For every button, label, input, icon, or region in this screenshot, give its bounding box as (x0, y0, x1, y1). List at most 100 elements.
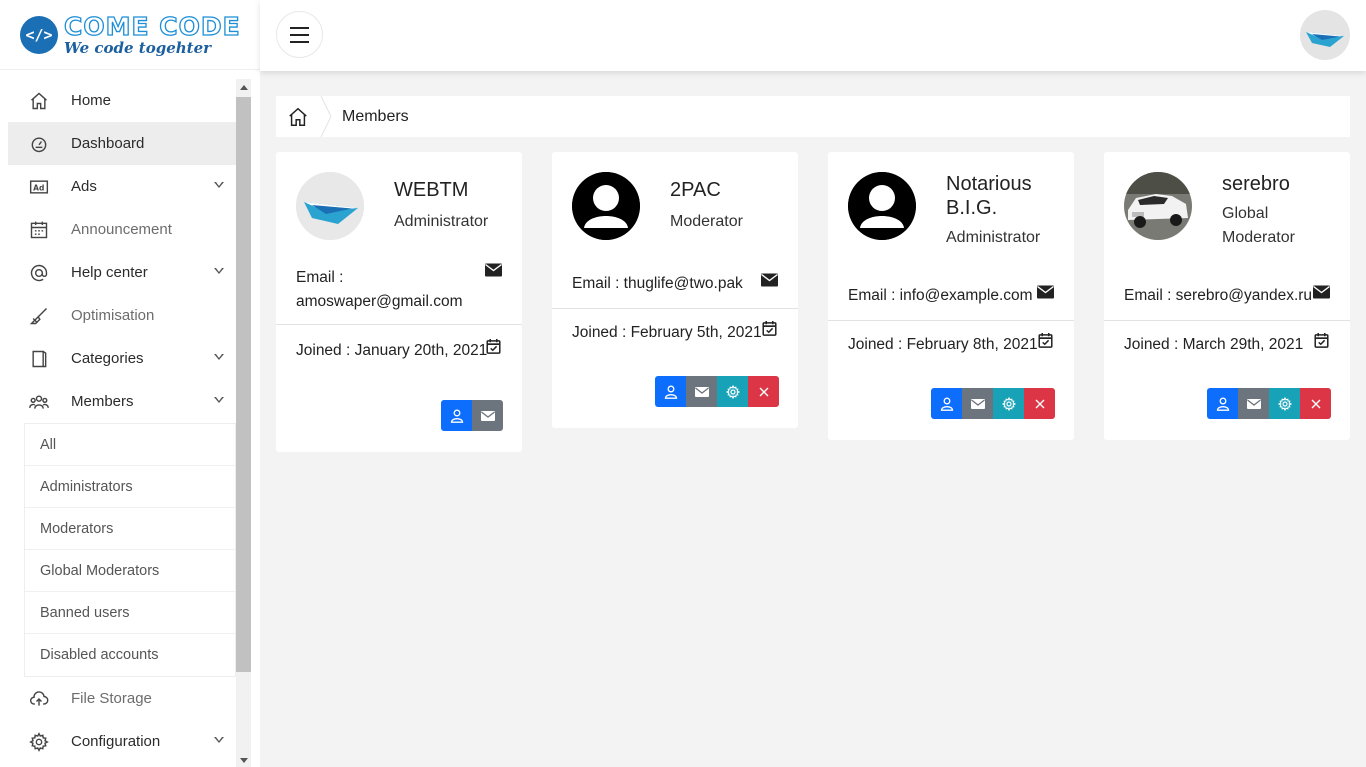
submenu-item-administrators[interactable]: Administrators (25, 466, 235, 508)
member-card: WEBTM Administrator Email : amoswaper@gm… (276, 152, 522, 452)
member-avatar[interactable] (296, 172, 364, 240)
brand-title: COME CODE (63, 11, 241, 41)
default-user-icon (572, 172, 640, 240)
envelope-icon (1246, 398, 1261, 409)
sidebar-item-label: Help center (71, 264, 148, 281)
user-icon (450, 409, 463, 423)
member-actions (931, 388, 1055, 419)
submenu-item-all[interactable]: All (25, 424, 235, 466)
member-avatar[interactable] (848, 172, 916, 240)
settings-button[interactable] (993, 388, 1024, 419)
sidebar-item-ads[interactable]: Ad Ads (8, 165, 236, 208)
home-icon (289, 107, 307, 126)
send-message-button[interactable] (472, 400, 503, 431)
ad-icon: Ad (28, 176, 50, 198)
breadcrumb-separator (320, 96, 332, 137)
scroll-up-icon[interactable] (240, 85, 248, 90)
topbar (260, 0, 1366, 71)
gear-icon (1277, 396, 1292, 411)
submenu-item-global-moderators[interactable]: Global Moderators (25, 550, 235, 592)
envelope-icon (1313, 285, 1330, 299)
user-avatar[interactable] (1300, 10, 1350, 60)
scrollbar-thumb[interactable] (236, 97, 251, 672)
sidebar-item-announcement[interactable]: Announcement (8, 208, 236, 251)
sidebar-item-label: Optimisation (71, 307, 155, 324)
member-joined: Joined : February 5th, 2021 (552, 309, 798, 345)
member-actions (655, 376, 779, 407)
settings-button[interactable] (717, 376, 748, 407)
member-joined-text: Joined : March 29th, 2021 (1124, 336, 1304, 353)
breadcrumb: Members (276, 96, 1350, 137)
submenu-item-banned-users[interactable]: Banned users (25, 592, 235, 634)
member-email: Email : amoswaper@gmail.com (276, 260, 522, 324)
sidebar-item-home[interactable]: Home (8, 79, 236, 122)
members-submenu: All Administrators Moderators Global Mod… (24, 423, 236, 677)
member-joined-text: Joined : February 5th, 2021 (572, 324, 762, 341)
sidebar-item-members[interactable]: Members (8, 380, 236, 423)
member-avatar[interactable] (1124, 172, 1192, 240)
member-email-text: Email : thuglife@two.pak (572, 275, 743, 292)
close-icon (759, 387, 768, 396)
brand-tagline: We code togehter (64, 38, 212, 57)
at-icon (28, 262, 50, 284)
home-icon (28, 90, 50, 112)
member-actions (441, 400, 503, 431)
sidebar-item-configuration[interactable]: Configuration (8, 720, 236, 763)
sidebar: </> COME CODE We code togehter Home Dash… (0, 0, 260, 767)
sidebar-item-label: Home (71, 92, 112, 109)
member-card: 2PAC Moderator Email : thuglife@two.pak … (552, 152, 798, 428)
member-card: Notarious B.I.G. Administrator Email : i… (828, 152, 1074, 440)
svg-text:Ad: Ad (33, 183, 44, 192)
member-name: 2PAC (670, 179, 721, 201)
member-email-text: Email : info@example.com (848, 287, 1033, 304)
member-avatar[interactable] (572, 172, 640, 240)
sidebar-item-categories[interactable]: Categories (8, 337, 236, 380)
member-role: Administrator (394, 213, 489, 230)
view-profile-button[interactable] (931, 388, 962, 419)
users-icon (28, 391, 50, 413)
envelope-icon (694, 386, 709, 397)
member-name: WEBTM (394, 179, 469, 201)
gear-icon (28, 731, 50, 753)
envelope-icon (761, 273, 778, 287)
member-joined: Joined : January 20th, 2021 (276, 325, 522, 363)
submenu-item-disabled-accounts[interactable]: Disabled accounts (25, 634, 235, 676)
member-joined: Joined : March 29th, 2021 (1104, 321, 1350, 357)
send-message-button[interactable] (962, 388, 993, 419)
view-profile-button[interactable] (441, 400, 472, 431)
member-email-text: Email : serebro@yandex.ru (1124, 287, 1313, 304)
gear-icon (1001, 396, 1016, 411)
car-photo (1124, 172, 1192, 240)
calendar-check-icon (1314, 333, 1329, 348)
submenu-item-moderators[interactable]: Moderators (25, 508, 235, 550)
member-card: serebro Global Moderator Email : serebro… (1104, 152, 1350, 440)
delete-button[interactable] (748, 376, 779, 407)
code-icon: </> (20, 15, 58, 54)
member-email-text: Email : amoswaper@gmail.com (296, 269, 463, 310)
delete-button[interactable] (1300, 388, 1331, 419)
breadcrumb-home[interactable] (276, 96, 320, 137)
menu-toggle-button[interactable] (276, 11, 323, 58)
brand-logo[interactable]: </> COME CODE We code togehter (0, 0, 260, 70)
send-message-button[interactable] (1238, 388, 1269, 419)
calendar-check-icon (1038, 333, 1053, 348)
member-name: serebro (1222, 173, 1290, 195)
member-email: Email : serebro@yandex.ru (1104, 272, 1350, 320)
sidebar-item-dashboard[interactable]: Dashboard (8, 122, 236, 165)
sidebar-item-optimisation[interactable]: Optimisation (8, 294, 236, 337)
scroll-down-icon[interactable] (240, 758, 248, 763)
sidebar-item-file-storage[interactable]: File Storage (8, 677, 236, 720)
view-profile-button[interactable] (655, 376, 686, 407)
settings-button[interactable] (1269, 388, 1300, 419)
brush-icon (28, 305, 50, 327)
send-message-button[interactable] (686, 376, 717, 407)
delete-button[interactable] (1024, 388, 1055, 419)
member-joined-text: Joined : January 20th, 2021 (296, 342, 488, 359)
member-role: Administrator (946, 229, 1041, 246)
view-profile-button[interactable] (1207, 388, 1238, 419)
calendar-icon (28, 219, 50, 241)
sidebar-scrollbar[interactable] (236, 79, 251, 767)
sidebar-item-help-center[interactable]: Help center (8, 251, 236, 294)
gear-icon (725, 384, 740, 399)
sidebar-item-label: File Storage (71, 690, 152, 707)
